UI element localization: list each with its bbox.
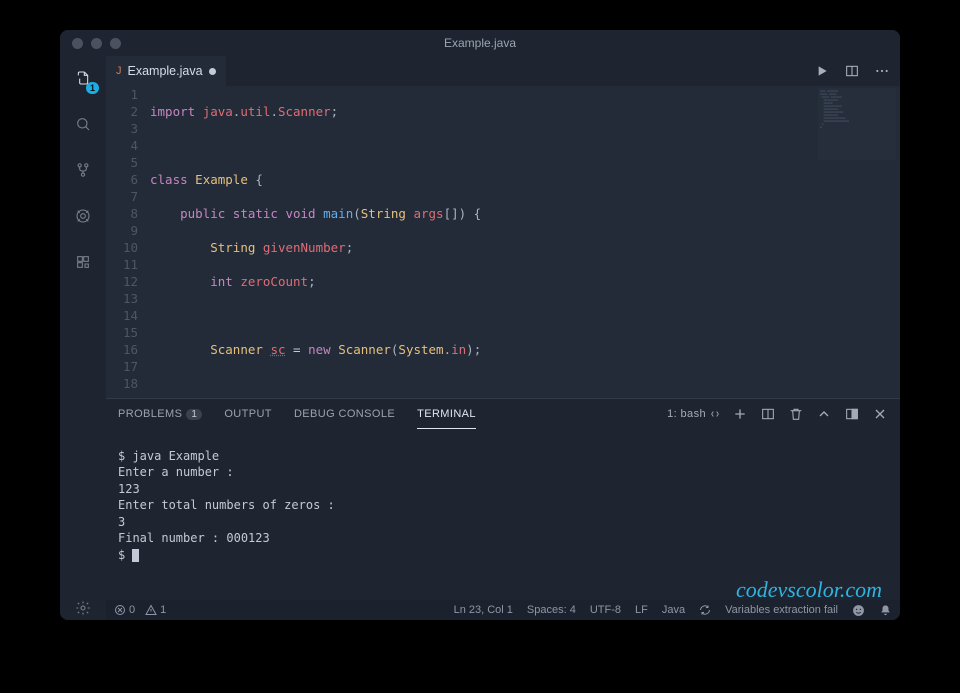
bottom-panel: PROBLEMS1 OUTPUT DEBUG CONSOLE TERMINAL … (106, 398, 900, 600)
tab-terminal[interactable]: TERMINAL (417, 399, 476, 429)
status-errors[interactable]: 0 (114, 604, 135, 616)
panel-chevron-up-icon[interactable] (816, 406, 832, 422)
tab-debug-console[interactable]: DEBUG CONSOLE (294, 399, 395, 429)
maximize-panel-icon[interactable] (844, 406, 860, 422)
tab-problems[interactable]: PROBLEMS1 (118, 399, 202, 429)
close-panel-icon[interactable] (872, 406, 888, 422)
status-lncol[interactable]: Ln 23, Col 1 (454, 604, 513, 616)
line-gutter: 123 456 789 101112 131415 161718 1920 21 (106, 86, 150, 398)
terminal-shell-select[interactable]: 1: bash (667, 408, 720, 420)
app-window: Example.java 1 (60, 30, 900, 620)
debug-icon[interactable] (71, 204, 95, 228)
status-warnings[interactable]: 1 (145, 604, 166, 616)
source-control-icon[interactable] (71, 158, 95, 182)
dirty-indicator-icon (209, 68, 216, 75)
split-editor-icon[interactable] (844, 63, 860, 79)
explorer-badge: 1 (86, 82, 99, 94)
status-bar: 0 1 Ln 23, Col 1 Spaces: 4 UTF-8 LF Java… (106, 600, 900, 620)
status-eol[interactable]: LF (635, 604, 648, 616)
editor-tabs: J Example.java (106, 56, 900, 86)
code-content[interactable]: import java.util.Scanner; class Example … (150, 86, 900, 398)
status-sync-icon[interactable] (699, 604, 711, 616)
window-title: Example.java (60, 36, 900, 50)
status-extension[interactable]: Variables extraction fail (725, 604, 838, 616)
terminal-cursor (132, 549, 139, 562)
settings-icon[interactable] (71, 596, 95, 620)
kill-terminal-icon[interactable] (788, 406, 804, 422)
tab-output[interactable]: OUTPUT (224, 399, 272, 429)
editor[interactable]: 123 456 789 101112 131415 161718 1920 21… (106, 86, 900, 398)
explorer-icon[interactable]: 1 (71, 66, 95, 90)
run-icon[interactable] (814, 63, 830, 79)
status-spaces[interactable]: Spaces: 4 (527, 604, 576, 616)
feedback-icon[interactable] (852, 604, 865, 617)
tab-example-java[interactable]: J Example.java (106, 56, 226, 86)
search-icon[interactable] (71, 112, 95, 136)
activity-bar: 1 (60, 56, 106, 620)
tab-label: Example.java (128, 64, 203, 78)
terminal[interactable]: $ java Example Enter a number : 123 Ente… (106, 429, 900, 600)
titlebar: Example.java (60, 30, 900, 56)
status-encoding[interactable]: UTF-8 (590, 604, 621, 616)
split-terminal-icon[interactable] (760, 406, 776, 422)
watermark: codevscolor.com (736, 582, 882, 599)
more-icon[interactable] (874, 63, 890, 79)
extensions-icon[interactable] (71, 250, 95, 274)
new-terminal-icon[interactable] (732, 406, 748, 422)
bell-icon[interactable] (879, 604, 892, 617)
minimap[interactable]: ▬▬▬ ▬▬▬▬▬▬ ▬▬▬▬ ▬▬▬▬ ▬▬▬▬ ▬▬▬▬▬▬ ▬▬▬▬▬▬▬… (818, 88, 896, 160)
status-language[interactable]: Java (662, 604, 685, 616)
java-file-icon: J (116, 65, 122, 77)
